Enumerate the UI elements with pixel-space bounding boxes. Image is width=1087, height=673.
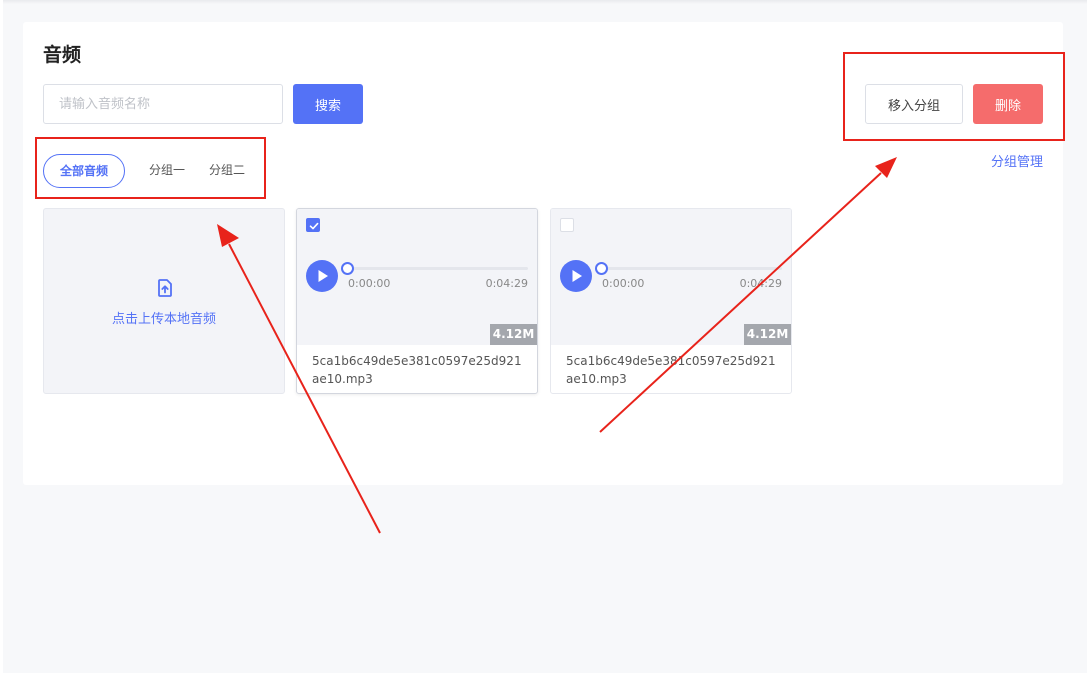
top-shadow (0, 0, 1087, 4)
file-name: 5ca1b6c49de5e381c0597e25d921ae10.mp3 (312, 354, 522, 386)
play-button[interactable] (560, 260, 592, 292)
play-button[interactable] (306, 260, 338, 292)
audio-card[interactable]: 0:00:00 0:04:29 4.12M 5ca1b6c49de5e381c0… (296, 208, 538, 394)
search-input[interactable] (43, 84, 283, 124)
current-time: 0:00:00 (348, 277, 391, 290)
progress-handle[interactable] (595, 262, 608, 275)
current-time: 0:00:00 (602, 277, 645, 290)
audio-checkbox[interactable] (306, 218, 320, 232)
audio-player: 0:00:00 0:04:29 4.12M (297, 209, 537, 345)
delete-button[interactable]: 删除 (973, 84, 1043, 124)
play-icon (318, 270, 328, 282)
upload-audio-card[interactable]: 点击上传本地音频 (43, 208, 285, 394)
duration: 0:04:29 (485, 277, 528, 290)
file-size-badge: 4.12M (744, 324, 791, 345)
upload-label: 点击上传本地音频 (111, 312, 216, 327)
upload-icon (158, 279, 172, 297)
file-size-badge: 4.12M (490, 324, 537, 345)
progress-handle[interactable] (341, 262, 354, 275)
play-icon (572, 270, 582, 282)
tab-all-audio[interactable]: 全部音频 (43, 154, 125, 188)
tab-group-two[interactable]: 分组二 (199, 154, 255, 188)
audio-checkbox[interactable] (560, 218, 574, 232)
progress-track[interactable] (347, 267, 528, 270)
move-to-group-button[interactable]: 移入分组 (865, 84, 963, 124)
progress-track[interactable] (601, 267, 782, 270)
audio-library-panel: 音频 搜索 移入分组 删除 分组管理 全部音频 分组一 分组二 点击上传本地音频 (23, 22, 1063, 485)
left-edge (0, 0, 3, 673)
check-icon (309, 222, 319, 230)
page-title: 音频 (43, 44, 82, 66)
tab-group-one[interactable]: 分组一 (139, 154, 195, 188)
search-button[interactable]: 搜索 (293, 84, 363, 124)
audio-player: 0:00:00 0:04:29 4.12M (551, 209, 791, 345)
file-name: 5ca1b6c49de5e381c0597e25d921ae10.mp3 (566, 354, 776, 386)
group-manage-link[interactable]: 分组管理 (991, 151, 1043, 170)
duration: 0:04:29 (739, 277, 782, 290)
audio-card[interactable]: 0:00:00 0:04:29 4.12M 5ca1b6c49de5e381c0… (550, 208, 792, 394)
